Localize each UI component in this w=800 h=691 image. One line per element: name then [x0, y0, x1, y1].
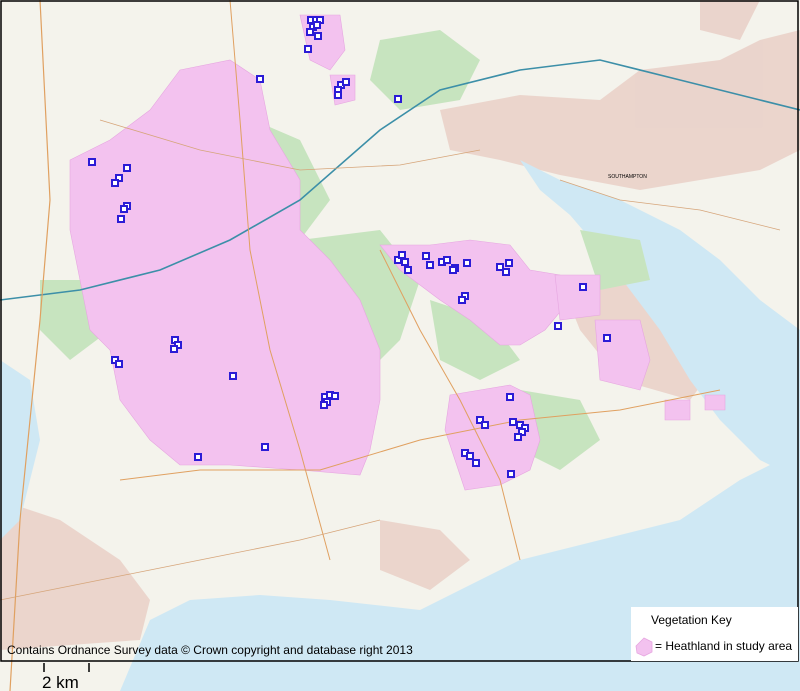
study-site-marker — [120, 205, 128, 213]
vegetation-legend: Vegetation Key = Heathland in study area — [631, 607, 798, 661]
map-canvas: SOUTHAMPTON Vegetation Key = Heathland i… — [0, 0, 800, 691]
study-site-marker — [342, 78, 350, 86]
scale-bar-label: 2 km — [42, 673, 79, 691]
study-site-marker — [502, 268, 510, 276]
study-site-marker — [394, 95, 402, 103]
study-site-marker — [313, 21, 321, 29]
study-site-marker — [331, 392, 339, 400]
study-site-marker — [472, 459, 480, 467]
study-site-marker — [334, 91, 342, 99]
study-site-marker — [304, 45, 312, 53]
study-site-marker — [463, 259, 471, 267]
study-site-marker — [443, 256, 451, 264]
study-site-marker — [117, 215, 125, 223]
study-site-marker — [506, 393, 514, 401]
study-site-marker — [256, 75, 264, 83]
study-site-marker — [170, 345, 178, 353]
study-site-marker — [514, 433, 522, 441]
study-site-marker — [398, 251, 406, 259]
study-site-marker — [603, 334, 611, 342]
study-site-marker — [422, 252, 430, 260]
study-site-marker — [115, 360, 123, 368]
study-site-marker — [554, 322, 562, 330]
study-site-marker — [401, 258, 409, 266]
study-site-marker — [458, 296, 466, 304]
attribution-text: Contains Ordnance Survey data © Crown co… — [7, 643, 413, 657]
study-site-marker — [481, 421, 489, 429]
legend-heathland-label: = Heathland in study area — [655, 639, 792, 653]
study-site-marker — [194, 453, 202, 461]
study-site-marker — [306, 28, 314, 36]
study-site-marker — [123, 164, 131, 172]
study-site-marker — [111, 179, 119, 187]
study-site-marker — [404, 266, 412, 274]
study-site-marker — [579, 283, 587, 291]
legend-title: Vegetation Key — [651, 613, 732, 627]
study-site-marker — [507, 470, 515, 478]
study-site-marker — [426, 261, 434, 269]
study-site-marker — [88, 158, 96, 166]
study-site-marker — [261, 443, 269, 451]
study-site-marker — [509, 418, 517, 426]
study-site-marker — [314, 32, 322, 40]
study-site-marker — [320, 401, 328, 409]
study-site-marker — [466, 452, 474, 460]
study-site-marker — [449, 266, 457, 274]
place-label-southampton: SOUTHAMPTON — [608, 174, 647, 180]
study-site-marker — [229, 372, 237, 380]
study-site-marker — [505, 259, 513, 267]
